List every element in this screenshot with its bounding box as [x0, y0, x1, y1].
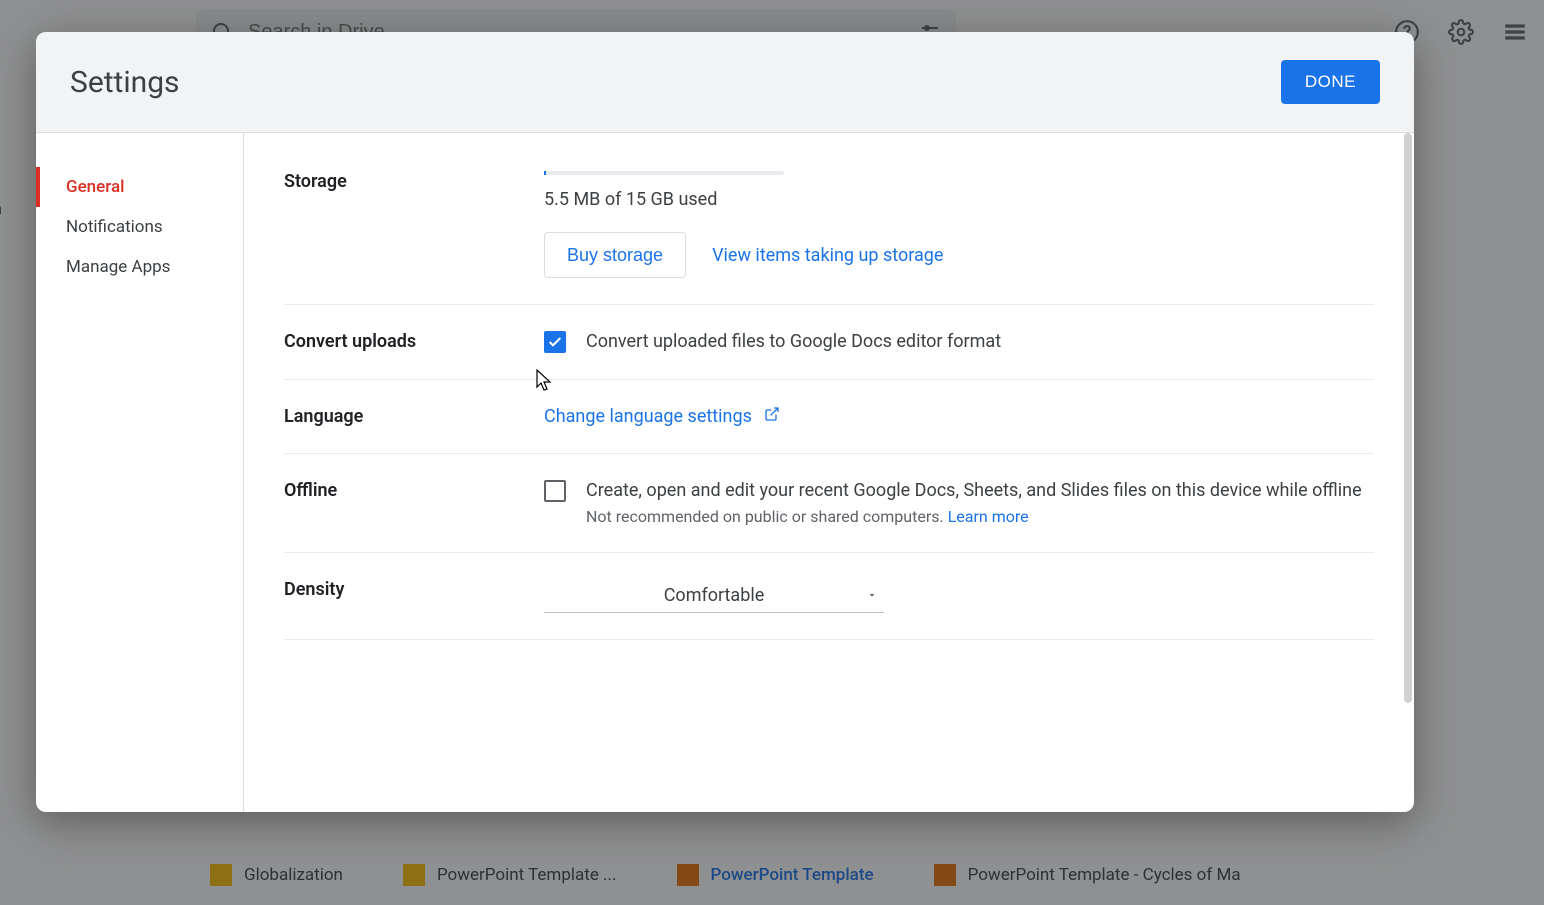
- buy-storage-button[interactable]: Buy storage: [544, 232, 686, 278]
- section-density: Density Comfortable: [284, 553, 1374, 640]
- view-storage-link[interactable]: View items taking up storage: [712, 245, 943, 266]
- chevron-down-icon: [866, 585, 878, 606]
- file-name: PowerPoint Template: [711, 865, 874, 885]
- density-select[interactable]: Comfortable: [544, 579, 884, 613]
- section-language: Language Change language settings: [284, 380, 1374, 454]
- settings-dialog: Settings DONE General Notifications Mana…: [36, 32, 1414, 812]
- list-item[interactable]: PowerPoint Template ...: [403, 864, 617, 886]
- file-name: Globalization: [244, 865, 343, 885]
- storage-used-text: 5.5 MB of 15 GB used: [544, 189, 1374, 210]
- bg-files-row: Globalization PowerPoint Template ... Po…: [210, 805, 1544, 905]
- section-convert-uploads: Convert uploads Convert uploaded files t…: [284, 305, 1374, 380]
- section-label: Density: [284, 579, 544, 613]
- gear-icon[interactable]: [1448, 19, 1474, 45]
- offline-helper-text: Not recommended on public or shared comp…: [586, 507, 944, 526]
- learn-more-link[interactable]: Learn more: [948, 507, 1029, 526]
- ppt-icon: [934, 864, 956, 886]
- density-value: Comfortable: [664, 585, 765, 606]
- list-item[interactable]: PowerPoint Template: [677, 864, 874, 886]
- slides-icon: [403, 864, 425, 886]
- list-item[interactable]: PowerPoint Template - Cycles of Ma: [934, 864, 1241, 886]
- check-icon: [547, 334, 563, 350]
- section-storage: Storage 5.5 MB of 15 GB used Buy storage…: [284, 161, 1374, 305]
- sidebar-item-notifications[interactable]: Notifications: [36, 207, 243, 247]
- external-link-icon: [764, 406, 780, 422]
- convert-uploads-checkbox[interactable]: [544, 331, 566, 353]
- dialog-header: Settings DONE: [36, 32, 1414, 133]
- settings-sidebar: General Notifications Manage Apps: [36, 133, 244, 812]
- dialog-title: Settings: [70, 65, 180, 100]
- settings-content: Storage 5.5 MB of 15 GB used Buy storage…: [244, 133, 1414, 812]
- sidebar-item-manage-apps[interactable]: Manage Apps: [36, 247, 243, 287]
- offline-checkbox[interactable]: [544, 480, 566, 502]
- section-label: Offline: [284, 480, 544, 526]
- done-button[interactable]: DONE: [1281, 60, 1380, 104]
- section-label: Language: [284, 406, 544, 427]
- sidebar-item-general[interactable]: General: [36, 167, 243, 207]
- scrollbar[interactable]: [1404, 133, 1412, 703]
- offline-label: Create, open and edit your recent Google…: [586, 480, 1362, 501]
- file-name: PowerPoint Template - Cycles of Ma: [968, 865, 1241, 885]
- storage-progress: [544, 171, 784, 175]
- convert-uploads-label: Convert uploaded files to Google Docs ed…: [586, 331, 1001, 352]
- slides-icon: [210, 864, 232, 886]
- ppt-icon: [677, 864, 699, 886]
- section-label: Convert uploads: [284, 331, 544, 353]
- file-name: PowerPoint Template ...: [437, 865, 617, 885]
- list-view-icon[interactable]: [1502, 19, 1528, 45]
- list-item[interactable]: Globalization: [210, 864, 343, 886]
- change-language-link[interactable]: Change language settings: [544, 406, 780, 427]
- section-label: Storage: [284, 171, 544, 278]
- section-offline: Offline Create, open and edit your recen…: [284, 454, 1374, 553]
